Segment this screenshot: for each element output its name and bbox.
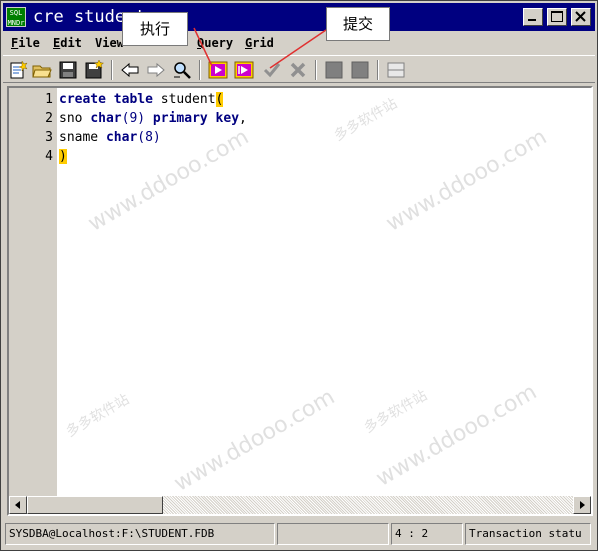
code-line[interactable]: ): [59, 147, 67, 166]
menu-bar: File Edit View Query Grid: [3, 32, 595, 54]
toolbar-separator: [111, 60, 113, 80]
save-button[interactable]: [57, 59, 79, 81]
line-number-gutter: 1 2 3 4: [9, 88, 57, 498]
code-line[interactable]: sname char(8): [59, 128, 161, 147]
back-arrow-icon: [121, 62, 139, 78]
save-as-button[interactable]: [83, 59, 105, 81]
title-bar[interactable]: SQL MNDr cre student: [3, 3, 595, 31]
menu-edit[interactable]: Edit: [53, 35, 82, 51]
back-button[interactable]: [119, 59, 141, 81]
toolbar-separator: [199, 60, 201, 80]
open-button[interactable]: [31, 59, 53, 81]
save-as-icon: [85, 59, 105, 79]
menu-view[interactable]: View: [95, 35, 124, 51]
code-line[interactable]: sno char(9) primary key,: [59, 109, 247, 128]
arrow-right-icon: [580, 501, 585, 509]
app-logo-icon: SQL MNDr: [6, 7, 26, 27]
code-line[interactable]: create table student(: [59, 90, 224, 109]
status-bar: SYSDBA@Localhost:F:\STUDENT.FDB 4 : 2 Tr…: [3, 520, 595, 548]
rollback-button[interactable]: [287, 59, 309, 81]
menu-query[interactable]: Query: [197, 35, 233, 51]
line-number: 2: [45, 111, 53, 126]
sql-editor[interactable]: 1 2 3 4 create table student( sno char(9…: [7, 86, 593, 516]
close-button[interactable]: [571, 8, 591, 26]
forward-button[interactable]: [145, 59, 167, 81]
scroll-thumb[interactable]: [27, 496, 163, 514]
minimize-button[interactable]: [523, 8, 543, 26]
status-cursor-position: 4 : 2: [391, 523, 463, 545]
minimize-icon: [528, 19, 536, 21]
app-window: SQL MNDr cre student File Edit View Quer…: [0, 0, 598, 551]
close-icon: [575, 11, 586, 22]
execute-step-button[interactable]: [233, 59, 255, 81]
split-pane-button[interactable]: [385, 59, 407, 81]
status-connection: SYSDBA@Localhost:F:\STUDENT.FDB: [5, 523, 275, 545]
grid-view-alt-button[interactable]: [349, 59, 371, 81]
toolbar: [3, 55, 595, 83]
callout-commit: 提交: [326, 7, 390, 41]
menu-grid[interactable]: Grid: [245, 35, 274, 51]
execute-step-icon: [234, 61, 254, 79]
rollback-x-icon: [290, 62, 306, 78]
status-transaction: Transaction statu: [465, 523, 591, 545]
line-number: 3: [45, 130, 53, 145]
callout-execute: 执行: [122, 12, 188, 46]
code-text-area[interactable]: create table student( sno char(9) primar…: [57, 88, 591, 498]
execute-icon: [208, 61, 228, 79]
toolbar-separator: [377, 60, 379, 80]
arrow-left-icon: [15, 501, 20, 509]
line-number: 1: [45, 92, 53, 107]
split-pane-icon: [387, 62, 405, 78]
grid-view-icon: [325, 61, 343, 79]
menu-file[interactable]: File: [11, 35, 40, 51]
execute-button[interactable]: [207, 59, 229, 81]
maximize-icon: [551, 11, 563, 22]
scroll-track[interactable]: [163, 496, 573, 514]
status-empty: [277, 523, 389, 545]
toolbar-separator: [315, 60, 317, 80]
maximize-button[interactable]: [547, 8, 567, 26]
line-number: 4: [45, 149, 53, 164]
scroll-left-button[interactable]: [9, 496, 27, 514]
grid-view-button[interactable]: [323, 59, 345, 81]
horizontal-scrollbar[interactable]: [9, 496, 591, 514]
find-icon: [174, 62, 191, 79]
save-icon: [59, 61, 77, 79]
find-button[interactable]: [171, 59, 193, 81]
open-folder-icon: [32, 65, 52, 78]
forward-arrow-icon: [147, 62, 165, 78]
new-sql-icon: [10, 60, 28, 79]
scroll-right-button[interactable]: [573, 496, 591, 514]
commit-checkmark-icon: [263, 63, 281, 78]
grid-view-alt-icon: [351, 61, 369, 79]
new-sql-button[interactable]: [7, 59, 29, 81]
commit-button[interactable]: [261, 59, 283, 81]
